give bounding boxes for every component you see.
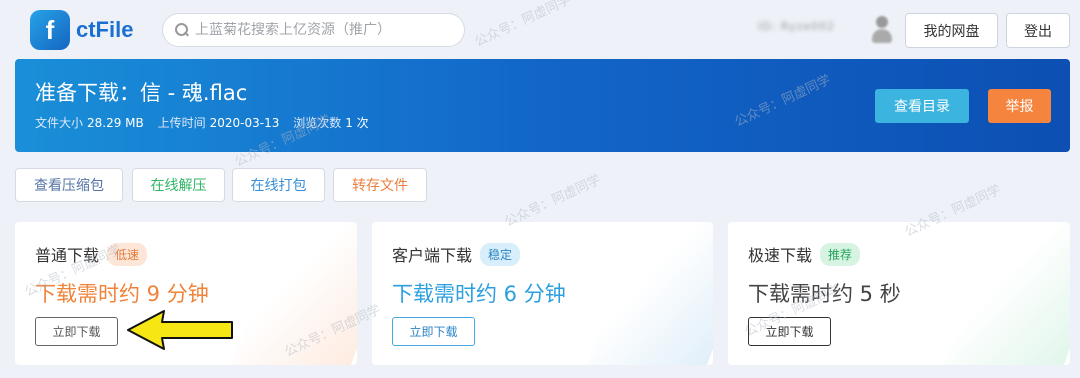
client-download-button[interactable]: 立即下载 (392, 317, 475, 346)
logo-text: ctFile (76, 17, 134, 42)
fast-download-card: 极速下载 推荐 下载需时约 5 秒 立即下载 (728, 222, 1070, 365)
size-value: 28.29 MB (87, 116, 144, 130)
upload-label: 上传时间 (157, 116, 206, 130)
online-extract-button[interactable]: 在线解压 (132, 168, 225, 202)
ctfile-logo[interactable]: f ctFile (30, 10, 170, 50)
download-time: 下载需时约 6 分钟 (392, 282, 566, 306)
upload-value: 2020-03-13 (209, 116, 280, 130)
online-pack-button[interactable]: 在线打包 (232, 168, 325, 202)
view-archive-button[interactable]: 查看压缩包 (15, 168, 123, 202)
view-directory-button[interactable]: 查看目录 (875, 89, 969, 123)
views-label: 浏览次数 (293, 116, 342, 130)
report-button[interactable]: 举报 (988, 89, 1051, 123)
logo-icon: f (30, 10, 70, 50)
client-download-card: 客户端下载 稳定 下载需时约 6 分钟 立即下载 (372, 222, 713, 365)
speed-badge: 低速 (107, 242, 148, 266)
file-meta: 文件大小 28.29 MB 上传时间 2020-03-13 浏览次数 1 次 (35, 114, 379, 131)
yellow-arrow-icon (127, 310, 233, 350)
card-title: 客户端下载 (392, 246, 473, 265)
search-box[interactable] (162, 13, 465, 47)
my-disk-button[interactable]: 我的网盘 (905, 13, 998, 48)
card-title: 极速下载 (748, 246, 813, 265)
avatar[interactable] (872, 14, 892, 44)
normal-download-button[interactable]: 立即下载 (35, 317, 118, 346)
file-title: 准备下载：信 - 魂.flac (35, 81, 248, 105)
card-title: 普通下载 (35, 246, 100, 265)
recommend-badge: 推荐 (820, 242, 861, 266)
logout-button[interactable]: 登出 (1006, 13, 1070, 48)
download-time: 下载需时约 5 秒 (748, 282, 901, 306)
top-header: f ctFile ID: Ryze002 我的网盘 登出 (0, 0, 1080, 58)
size-label: 文件大小 (35, 116, 84, 130)
watermark: 公众号：阿虚同学 (502, 172, 604, 231)
search-icon (175, 23, 189, 37)
file-banner: 准备下载：信 - 魂.flac 文件大小 28.29 MB 上传时间 2020-03… (15, 59, 1070, 152)
fast-download-button[interactable]: 立即下载 (748, 317, 831, 346)
stable-badge: 稳定 (480, 242, 521, 266)
search-input[interactable] (195, 22, 455, 38)
user-name: ID: Ryze002 (758, 20, 836, 33)
download-time: 下载需时约 9 分钟 (35, 282, 209, 306)
save-file-button[interactable]: 转存文件 (333, 168, 427, 202)
views-value: 1 次 (345, 116, 369, 130)
